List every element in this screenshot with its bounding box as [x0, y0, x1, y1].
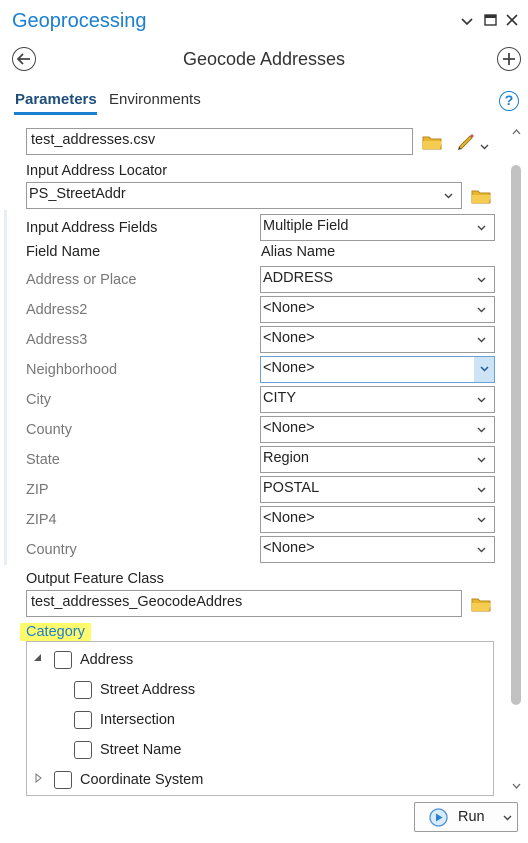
locator-select[interactable]: PS_StreetAddr [26, 182, 462, 209]
folder-icon[interactable] [422, 134, 443, 153]
chevron-down-icon[interactable] [474, 357, 494, 382]
run-label: Run [458, 809, 485, 825]
output-label: Output Feature Class [26, 571, 164, 587]
expanded-triangle-icon[interactable] [33, 653, 42, 665]
field-alias-select[interactable]: POSTAL [260, 476, 495, 503]
play-icon [429, 808, 448, 827]
field-alias-value: <None> [263, 510, 315, 526]
chevron-down-icon [477, 517, 486, 523]
field-name: County [26, 422, 72, 438]
left-gutter [4, 210, 7, 565]
chevron-down-icon [477, 225, 486, 231]
field-alias-value: <None> [263, 300, 315, 316]
address-fields-value: Multiple Field [263, 218, 349, 234]
field-alias-select[interactable]: <None> [260, 296, 495, 323]
chevron-down-icon[interactable] [458, 12, 476, 30]
tab-parameters[interactable]: Parameters [15, 91, 97, 108]
chevron-down-icon[interactable] [480, 137, 489, 153]
address-fields-select[interactable]: Multiple Field [260, 214, 495, 241]
field-alias-value: <None> [263, 330, 315, 346]
field-alias-select[interactable]: ADDRESS [260, 266, 495, 293]
pane-title: Geoprocessing [12, 10, 147, 32]
field-name: Address3 [26, 332, 88, 348]
field-alias-select[interactable]: <None> [260, 536, 495, 563]
folder-icon[interactable] [471, 188, 492, 207]
collapsed-triangle-icon[interactable] [35, 772, 42, 786]
field-name: Address or Place [26, 272, 137, 288]
field-alias-select[interactable]: <None> [260, 416, 495, 443]
tab-environments[interactable]: Environments [109, 91, 201, 108]
field-name: ZIP [26, 482, 49, 498]
field-alias-select[interactable]: Region [260, 446, 495, 473]
field-alias-value: ADDRESS [263, 270, 334, 286]
field-alias-value: CITY [263, 390, 297, 406]
chevron-down-icon[interactable] [503, 815, 512, 821]
active-tab-indicator [14, 112, 97, 115]
help-icon[interactable]: ? [499, 91, 519, 111]
checkbox[interactable] [54, 771, 72, 789]
input-table-field[interactable]: test_addresses.csv [26, 128, 413, 155]
field-name: City [26, 392, 51, 408]
add-icon[interactable] [497, 47, 521, 71]
tree-item-label: Street Address [100, 682, 196, 698]
run-button[interactable]: Run [414, 802, 518, 832]
category-label: Category [20, 623, 91, 641]
checkbox[interactable] [74, 711, 92, 729]
maximize-icon[interactable] [481, 12, 499, 30]
chevron-down-icon [477, 277, 486, 283]
field-name: ZIP4 [26, 512, 57, 528]
checkbox[interactable] [54, 651, 72, 669]
chevron-down-icon [477, 547, 486, 553]
field-name: Address2 [26, 302, 88, 318]
field-name: State [26, 452, 60, 468]
field-name-header: Field Name [26, 244, 101, 260]
category-tree: Address Street Address Intersection Stre… [26, 641, 494, 796]
field-name: Country [26, 542, 77, 558]
tree-item-label: Coordinate System [80, 772, 204, 788]
close-icon[interactable] [503, 12, 521, 30]
field-alias-select[interactable]: <None> [260, 356, 495, 383]
tree-item-label: Intersection [100, 712, 175, 728]
locator-value: PS_StreetAddr [29, 186, 126, 202]
chevron-down-icon [477, 337, 486, 343]
address-fields-label: Input Address Fields [26, 220, 158, 236]
chevron-down-icon [444, 193, 453, 199]
chevron-down-icon [477, 307, 486, 313]
chevron-down-icon [477, 487, 486, 493]
field-alias-select[interactable]: CITY [260, 386, 495, 413]
field-alias-value: POSTAL [263, 480, 320, 496]
locator-label: Input Address Locator [26, 163, 168, 179]
tool-title: Geocode Addresses [182, 49, 346, 69]
checkbox[interactable] [74, 741, 92, 759]
scroll-up-icon[interactable] [512, 128, 521, 135]
scroll-down-icon[interactable] [512, 783, 521, 790]
tree-item-label: Address [80, 652, 134, 668]
alias-name-header: Alias Name [261, 244, 336, 260]
chevron-down-icon [477, 457, 486, 463]
checkbox[interactable] [74, 681, 92, 699]
pencil-icon[interactable] [456, 132, 476, 153]
scrollbar-thumb[interactable] [511, 165, 521, 705]
field-alias-select[interactable]: <None> [260, 326, 495, 353]
field-name: Neighborhood [26, 362, 118, 378]
folder-icon[interactable] [471, 596, 492, 615]
output-feature-class-field[interactable]: test_addresses_GeocodeAddres [26, 590, 462, 617]
chevron-down-icon [477, 397, 486, 403]
field-alias-value: <None> [263, 360, 315, 376]
field-alias-value: Region [263, 450, 309, 466]
field-alias-value: <None> [263, 420, 315, 436]
field-alias-select[interactable]: <None> [260, 506, 495, 533]
field-alias-value: <None> [263, 540, 315, 556]
tree-item-label: Street Name [100, 742, 182, 758]
chevron-down-icon [477, 427, 486, 433]
